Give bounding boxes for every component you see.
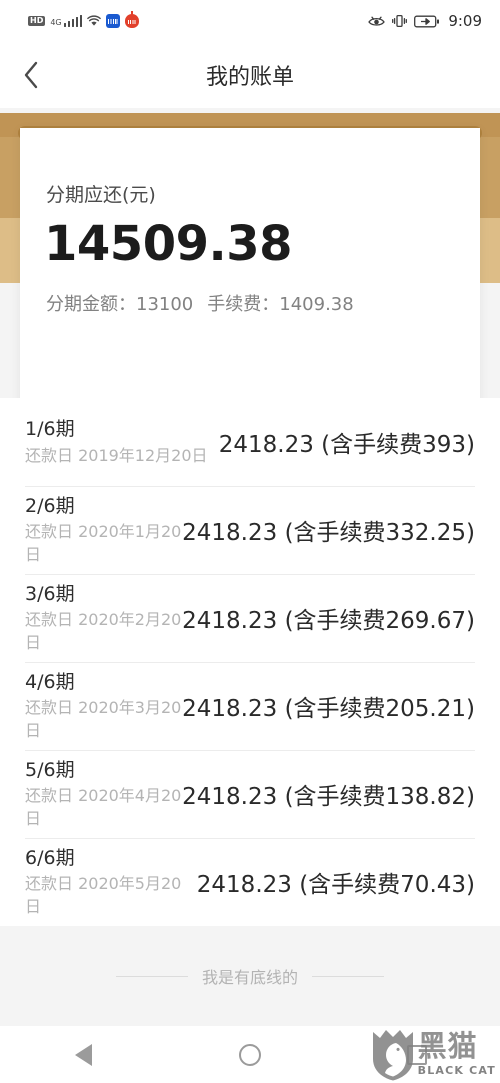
receipt-amount: 14509.38 xyxy=(44,216,293,272)
installment-term: 4/6期 xyxy=(25,670,75,693)
title-bar: 我的账单 xyxy=(0,42,500,108)
installment-due-date: 还款日 2020年1月20日 xyxy=(25,522,182,564)
installment-term: 3/6期 xyxy=(25,582,75,605)
hint-divider-left xyxy=(115,975,188,977)
table-row[interactable]: 6/6期 还款日 2020年5月20日 2418.23 (含手续费70.43) xyxy=(0,838,500,926)
nav-back-button[interactable] xyxy=(38,1026,128,1083)
principal-value: 13100 xyxy=(136,294,194,315)
table-row[interactable]: 4/6期 还款日 2020年3月20日 2418.23 (含手续费205.21) xyxy=(0,662,500,750)
table-row[interactable]: 3/6期 还款日 2020年2月20日 2418.23 (含手续费269.67) xyxy=(0,574,500,662)
battery-charging-icon xyxy=(414,15,440,28)
eye-icon xyxy=(368,15,386,27)
nav-home-button[interactable] xyxy=(205,1026,295,1083)
wifi-icon xyxy=(87,15,101,27)
installment-due-date: 还款日 2020年4月20日 xyxy=(25,786,182,828)
installment-due-date: 还款日 2020年2月20日 xyxy=(25,610,182,652)
installment-due-date: 还款日 2020年5月20日 xyxy=(25,874,182,916)
installment-term: 5/6期 xyxy=(25,758,75,781)
hd-icon: HD xyxy=(28,15,46,27)
installment-info: 3/6期 还款日 2020年2月20日 xyxy=(25,582,182,654)
watermark: 黑猫 BLACK CAT xyxy=(372,1029,496,1081)
installment-info: 6/6期 还款日 2020年5月20日 xyxy=(25,846,197,918)
installment-term: 6/6期 xyxy=(25,846,75,869)
watermark-cn-text: 黑猫 xyxy=(417,1029,478,1064)
installment-info: 4/6期 还款日 2020年3月20日 xyxy=(25,670,182,742)
app-red-icon xyxy=(125,11,140,28)
installment-amount: 2418.23 (含手续费205.21) xyxy=(182,696,475,722)
installment-info: 2/6期 还款日 2020年1月20日 xyxy=(25,494,182,566)
phone-screen: HD 4G 9:09 我的账单 分期应还(元) 14509.38 分期金额：13… xyxy=(0,0,500,1083)
watermark-en-text: BLACK CAT xyxy=(417,1064,496,1077)
status-bar-left: HD 4G xyxy=(28,11,140,28)
status-bar: HD 4G 9:09 xyxy=(0,0,500,42)
receipt-label: 分期应还(元) xyxy=(46,184,156,206)
app-blue-icon xyxy=(106,14,121,28)
vibrate-icon xyxy=(392,14,408,28)
back-triangle-icon xyxy=(74,1043,92,1066)
table-row[interactable]: 1/6期 还款日 2019年12月20日 2418.23 (含手续费393) xyxy=(0,398,500,486)
table-row[interactable]: 2/6期 还款日 2020年1月20日 2418.23 (含手续费332.25) xyxy=(0,486,500,574)
installment-amount: 2418.23 (含手续费70.43) xyxy=(196,872,475,898)
installment-due-date: 还款日 2020年3月20日 xyxy=(25,698,182,740)
installment-due-date: 还款日 2019年12月20日 xyxy=(25,445,208,465)
chevron-left-icon xyxy=(24,61,38,89)
signal-bars xyxy=(63,15,83,27)
network-type-label: 4G xyxy=(50,18,62,27)
installment-info: 5/6期 还款日 2020年4月20日 xyxy=(25,758,182,830)
installment-term: 2/6期 xyxy=(25,494,75,517)
fee-value: 1409.38 xyxy=(279,294,354,315)
page-title: 我的账单 xyxy=(205,65,294,90)
principal-label: 分期金额： xyxy=(46,294,136,315)
back-button[interactable] xyxy=(0,42,62,108)
installment-amount: 2418.23 (含手续费269.67) xyxy=(182,608,475,634)
installment-amount: 2418.23 (含手续费138.82) xyxy=(182,784,475,810)
hint-text: 我是有底线的 xyxy=(201,968,298,987)
receipt-breakdown: 分期金额：13100 手续费：1409.38 xyxy=(46,290,354,316)
black-cat-shield-icon xyxy=(372,1030,413,1081)
fee-label: 手续费： xyxy=(207,294,280,315)
list-end-hint: 我是有底线的 xyxy=(0,926,500,1026)
status-bar-right: 9:09 xyxy=(368,12,482,30)
installment-amount: 2418.23 (含手续费332.25) xyxy=(182,520,475,546)
home-circle-icon xyxy=(238,1043,261,1066)
signal-icon: 4G xyxy=(50,15,83,27)
installment-term: 1/6期 xyxy=(25,417,75,440)
summary-card-zone: 分期应还(元) 14509.38 分期金额：13100 手续费：1409.38 xyxy=(0,108,500,490)
installment-info: 1/6期 还款日 2019年12月20日 xyxy=(25,417,219,467)
status-bar-clock: 9:09 xyxy=(448,12,482,30)
installment-amount: 2418.23 (含手续费393) xyxy=(218,432,475,458)
table-row[interactable]: 5/6期 还款日 2020年4月20日 2418.23 (含手续费138.82) xyxy=(0,750,500,838)
hint-divider-right xyxy=(312,975,384,977)
installment-list: 1/6期 还款日 2019年12月20日 2418.23 (含手续费393) 2… xyxy=(0,398,500,926)
